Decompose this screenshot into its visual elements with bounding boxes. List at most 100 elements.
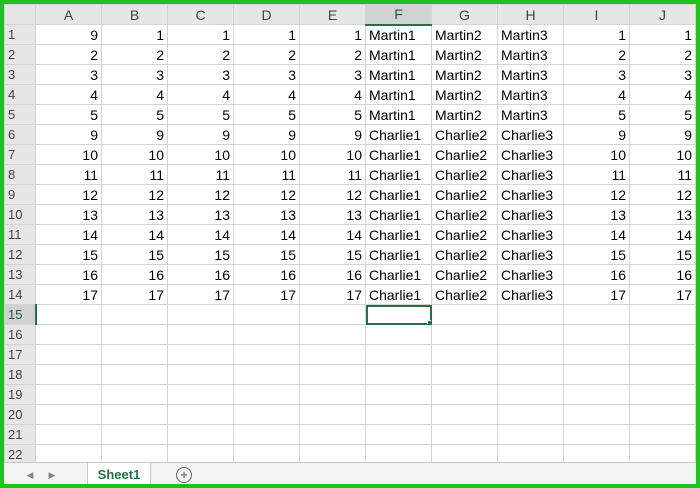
new-sheet-plus-icon[interactable]: +: [176, 467, 192, 483]
row-header-6[interactable]: 6: [4, 124, 36, 145]
row-header-21[interactable]: 21: [4, 424, 36, 445]
cell-c9[interactable]: 12: [167, 184, 234, 205]
cell-g4[interactable]: Martin2: [431, 84, 498, 105]
row-header-20[interactable]: 20: [4, 404, 36, 425]
cell-f6[interactable]: Charlie1: [365, 124, 432, 145]
cell-j19[interactable]: [629, 384, 696, 405]
cell-b5[interactable]: 5: [101, 104, 168, 125]
cell-f8[interactable]: Charlie1: [365, 164, 432, 185]
cell-b15[interactable]: [101, 304, 168, 325]
row-header-16[interactable]: 16: [4, 324, 36, 345]
cell-b7[interactable]: 10: [101, 144, 168, 165]
cell-b8[interactable]: 11: [101, 164, 168, 185]
cell-j17[interactable]: [629, 344, 696, 365]
cell-c15[interactable]: [167, 304, 234, 325]
cell-i1[interactable]: 1: [563, 24, 630, 45]
cell-i17[interactable]: [563, 344, 630, 365]
cell-c18[interactable]: [167, 364, 234, 385]
cell-i19[interactable]: [563, 384, 630, 405]
row-header-8[interactable]: 8: [4, 164, 36, 185]
row-header-5[interactable]: 5: [4, 104, 36, 125]
cell-h15[interactable]: [497, 304, 564, 325]
cell-a6[interactable]: 9: [35, 124, 102, 145]
row-header-18[interactable]: 18: [4, 364, 36, 385]
cell-d13[interactable]: 16: [233, 264, 300, 285]
cell-b1[interactable]: 1: [101, 24, 168, 45]
cell-d5[interactable]: 5: [233, 104, 300, 125]
cell-c12[interactable]: 15: [167, 244, 234, 265]
cell-f16[interactable]: [365, 324, 432, 345]
row-header-11[interactable]: 11: [4, 224, 36, 245]
cell-b3[interactable]: 3: [101, 64, 168, 85]
cell-e6[interactable]: 9: [299, 124, 366, 145]
cell-f22[interactable]: [365, 444, 432, 462]
cell-a5[interactable]: 5: [35, 104, 102, 125]
cell-e9[interactable]: 12: [299, 184, 366, 205]
cell-c22[interactable]: [167, 444, 234, 462]
cell-j4[interactable]: 4: [629, 84, 696, 105]
cell-g3[interactable]: Martin2: [431, 64, 498, 85]
cell-e8[interactable]: 11: [299, 164, 366, 185]
cell-h5[interactable]: Martin3: [497, 104, 564, 125]
cell-g21[interactable]: [431, 424, 498, 445]
cell-d8[interactable]: 11: [233, 164, 300, 185]
cell-j1[interactable]: 1: [629, 24, 696, 45]
cell-j22[interactable]: [629, 444, 696, 462]
cell-e18[interactable]: [299, 364, 366, 385]
cell-i15[interactable]: [563, 304, 630, 325]
cell-c7[interactable]: 10: [167, 144, 234, 165]
cell-d22[interactable]: [233, 444, 300, 462]
cell-g8[interactable]: Charlie2: [431, 164, 498, 185]
cell-g13[interactable]: Charlie2: [431, 264, 498, 285]
cell-f10[interactable]: Charlie1: [365, 204, 432, 225]
cell-h9[interactable]: Charlie3: [497, 184, 564, 205]
cell-f15[interactable]: [365, 304, 432, 325]
cell-a8[interactable]: 11: [35, 164, 102, 185]
cell-c11[interactable]: 14: [167, 224, 234, 245]
cell-j15[interactable]: [629, 304, 696, 325]
cell-e3[interactable]: 3: [299, 64, 366, 85]
cell-h3[interactable]: Martin3: [497, 64, 564, 85]
row-header-4[interactable]: 4: [4, 84, 36, 105]
cell-i6[interactable]: 9: [563, 124, 630, 145]
cell-j5[interactable]: 5: [629, 104, 696, 125]
cell-f4[interactable]: Martin1: [365, 84, 432, 105]
cell-f17[interactable]: [365, 344, 432, 365]
cell-f3[interactable]: Martin1: [365, 64, 432, 85]
cell-e10[interactable]: 13: [299, 204, 366, 225]
cell-f9[interactable]: Charlie1: [365, 184, 432, 205]
cell-d7[interactable]: 10: [233, 144, 300, 165]
cell-d14[interactable]: 17: [233, 284, 300, 305]
cell-i20[interactable]: [563, 404, 630, 425]
cell-c6[interactable]: 9: [167, 124, 234, 145]
cell-c2[interactable]: 2: [167, 44, 234, 65]
cell-a20[interactable]: [35, 404, 102, 425]
cell-h7[interactable]: Charlie3: [497, 144, 564, 165]
scroll-tabs-left-icon[interactable]: ◀: [22, 467, 38, 483]
cell-g19[interactable]: [431, 384, 498, 405]
cell-b19[interactable]: [101, 384, 168, 405]
cell-a14[interactable]: 17: [35, 284, 102, 305]
cell-j13[interactable]: 16: [629, 264, 696, 285]
column-header-i[interactable]: I: [563, 4, 630, 25]
cell-j6[interactable]: 9: [629, 124, 696, 145]
cell-i4[interactable]: 4: [563, 84, 630, 105]
cell-a22[interactable]: [35, 444, 102, 462]
column-header-a[interactable]: A: [35, 4, 102, 25]
cell-a17[interactable]: [35, 344, 102, 365]
cell-i22[interactable]: [563, 444, 630, 462]
column-header-j[interactable]: J: [629, 4, 696, 25]
cell-a18[interactable]: [35, 364, 102, 385]
cell-e17[interactable]: [299, 344, 366, 365]
cell-j21[interactable]: [629, 424, 696, 445]
cell-a13[interactable]: 16: [35, 264, 102, 285]
cell-i10[interactable]: 13: [563, 204, 630, 225]
cell-i21[interactable]: [563, 424, 630, 445]
sheet-tab-sheet1[interactable]: Sheet1: [88, 463, 150, 484]
cell-a1[interactable]: 9: [35, 24, 102, 45]
cell-g15[interactable]: [431, 304, 498, 325]
cell-b21[interactable]: [101, 424, 168, 445]
cell-e14[interactable]: 17: [299, 284, 366, 305]
row-header-12[interactable]: 12: [4, 244, 36, 265]
cell-e1[interactable]: 1: [299, 24, 366, 45]
